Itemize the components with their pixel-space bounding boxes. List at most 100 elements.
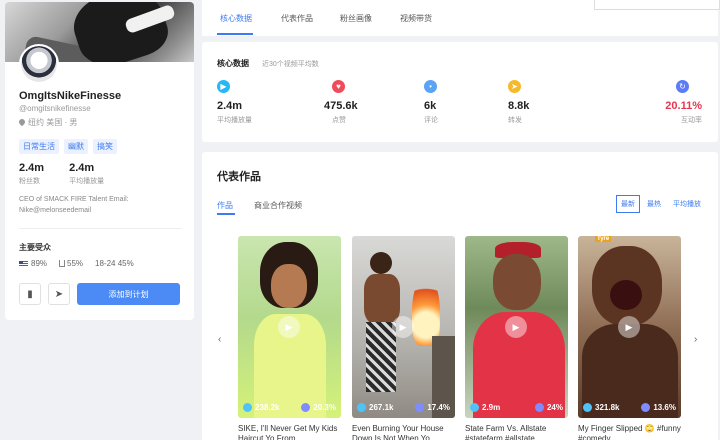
video-rate: 13.6% xyxy=(641,403,676,412)
tab-works[interactable]: 代表作品 xyxy=(281,13,313,24)
bookmark-icon: ▮ xyxy=(27,288,33,300)
video-caption[interactable]: Even Burning Your House Down Is Not When… xyxy=(352,424,455,440)
sort-hottest[interactable]: 最热 xyxy=(642,195,666,213)
profile-actions: ▮ ➤ 添加到计划 xyxy=(19,283,180,305)
metric-shares: ➤ 8.8k 转发 xyxy=(508,80,568,125)
location-text: 纽约 美国 · 男 xyxy=(28,118,78,127)
metric-label: 评论 xyxy=(424,117,438,124)
share-icon: ➤ xyxy=(508,80,521,93)
profile-handle: @omgitsnikefinesse xyxy=(19,104,91,113)
metric-value: 6k xyxy=(424,100,437,112)
followers-stat: 2.4m 粉丝数 xyxy=(19,162,44,186)
profile-card: OmgItsNikeFinesse @omgitsnikefinesse 纽约 … xyxy=(5,2,194,320)
audience-gender: 55% xyxy=(59,259,83,268)
video-rate: 17.4% xyxy=(415,403,450,412)
metric-label: 互动率 xyxy=(681,117,702,124)
core-data-panel: 核心数据 近30个视频平均数 ▶ 2.4m 平均播放量 ♥ 475.6k 点赞 … xyxy=(202,42,718,142)
metric-value: 20.11% xyxy=(665,100,702,112)
views-icon xyxy=(243,403,252,412)
play-icon[interactable]: ▶ xyxy=(505,316,527,338)
audience-age: 18-24 45% xyxy=(95,259,134,268)
rate-value: 17.4% xyxy=(427,402,450,412)
share-button[interactable]: ➤ xyxy=(48,283,70,305)
metric-likes: ♥ 475.6k 点赞 xyxy=(324,80,384,125)
add-to-plan-button[interactable]: 添加到计划 xyxy=(77,283,180,305)
stat-value: 2.4m xyxy=(69,162,95,174)
video-views: 2.9m xyxy=(470,403,500,412)
profile-bio: CEO of SMACK FIRE Talent Email: Nike@mel… xyxy=(19,196,129,214)
avg-views-stat: 2.4m 平均播放量 xyxy=(69,162,104,186)
video-stats: 238.2k 20.3% xyxy=(243,403,336,412)
rate-value: 13.6% xyxy=(653,402,676,412)
views-icon xyxy=(583,403,592,412)
profile-stats: 2.4m 粉丝数 2.4m 平均播放量 xyxy=(19,162,104,186)
stat-label: 平均播放量 xyxy=(69,178,105,185)
play-icon[interactable]: ▶ xyxy=(618,316,640,338)
audience-summary: 89% 55% 18-24 45% xyxy=(19,259,134,268)
sort-avg-views[interactable]: 平均播放 xyxy=(668,195,706,213)
chevron-left-icon[interactable]: ‹ xyxy=(218,334,221,345)
video-card[interactable]: Tyre ▶ 321.8k 13.6% xyxy=(578,236,681,418)
metric-label: 转发 xyxy=(508,117,522,124)
metric-label: 点赞 xyxy=(332,117,346,124)
chevron-right-icon[interactable]: › xyxy=(694,334,697,345)
metric-value: 2.4m xyxy=(217,100,243,112)
play-icon[interactable]: ▶ xyxy=(278,316,300,338)
video-rate: 20.3% xyxy=(301,403,336,412)
us-flag-icon xyxy=(19,260,28,267)
tag[interactable]: 日常生活 xyxy=(19,139,59,154)
video-caption[interactable]: SIKE, I'll Never Get My Kids Haircut Yo … xyxy=(238,424,341,440)
video-caption[interactable]: My Finger Slipped 🙄 #funny #comedy xyxy=(578,424,681,440)
sort-latest[interactable]: 最新 xyxy=(616,195,640,213)
views-value: 2.9m xyxy=(482,402,501,412)
country-pct: 89% xyxy=(31,259,48,268)
views-value: 321.8k xyxy=(595,402,620,412)
metric-label: 平均播放量 xyxy=(217,117,252,124)
tab-core-data[interactable]: 核心数据 xyxy=(220,13,252,24)
rate-icon xyxy=(534,403,544,412)
male-icon xyxy=(59,260,66,268)
core-subtitle: 近30个视频平均数 xyxy=(262,61,319,68)
metric-avg-views: ▶ 2.4m 平均播放量 xyxy=(217,80,277,125)
avatar[interactable] xyxy=(19,44,59,84)
audience-country: 89% xyxy=(19,259,47,268)
active-tab-indicator xyxy=(217,33,253,35)
profile-name: OmgItsNikeFinesse xyxy=(19,90,122,102)
tab-fans[interactable]: 粉丝画像 xyxy=(340,13,372,24)
location-pin-icon xyxy=(17,117,27,127)
send-icon: ➤ xyxy=(54,288,64,300)
tag[interactable]: 幽默 xyxy=(64,139,88,154)
metric-interaction-rate: ↻ 20.11% 互动率 xyxy=(642,80,702,125)
bookmark-button[interactable]: ▮ xyxy=(19,283,41,305)
views-icon xyxy=(470,403,479,412)
video-views: 238.2k xyxy=(243,403,279,412)
tag[interactable]: 搞笑 xyxy=(93,139,117,154)
rate-value: 20.3% xyxy=(313,402,336,412)
tab-commerce[interactable]: 视频带货 xyxy=(400,13,432,24)
views-value: 267.1k xyxy=(369,402,394,412)
core-title: 核心数据 xyxy=(217,59,249,68)
subtab-works[interactable]: 作品 xyxy=(217,200,233,211)
play-icon[interactable]: ▶ xyxy=(392,316,414,338)
video-rate: 24% xyxy=(534,402,563,412)
stat-value: 2.4m xyxy=(19,162,45,174)
top-right-box xyxy=(594,0,720,10)
interaction-icon: ↻ xyxy=(676,80,689,93)
sort-options: 最新 最热 平均播放 xyxy=(616,195,706,213)
video-card[interactable]: ▶ 2.9m 24% xyxy=(465,236,568,418)
rate-icon xyxy=(415,403,425,412)
works-panel: 代表作品 作品 商业合作视频 最新 最热 平均播放 ‹ › ▶ 238.2k 2… xyxy=(202,152,718,440)
views-icon xyxy=(357,403,366,412)
metric-value: 8.8k xyxy=(508,100,530,112)
heart-icon: ♥ xyxy=(332,80,345,93)
profile-location: 纽约 美国 · 男 xyxy=(17,117,78,128)
video-card[interactable]: ▶ 267.1k 17.4% xyxy=(352,236,455,418)
divider xyxy=(19,228,182,229)
video-caption[interactable]: State Farm Vs. Allstate #statefarm #alls… xyxy=(465,424,568,440)
video-card[interactable]: ▶ 238.2k 20.3% xyxy=(238,236,341,418)
subtab-sponsored[interactable]: 商业合作视频 xyxy=(254,200,302,211)
active-subtab-indicator xyxy=(217,213,235,215)
video-views: 267.1k xyxy=(357,403,393,412)
rate-value: 24% xyxy=(546,402,563,412)
rate-icon xyxy=(301,403,311,412)
